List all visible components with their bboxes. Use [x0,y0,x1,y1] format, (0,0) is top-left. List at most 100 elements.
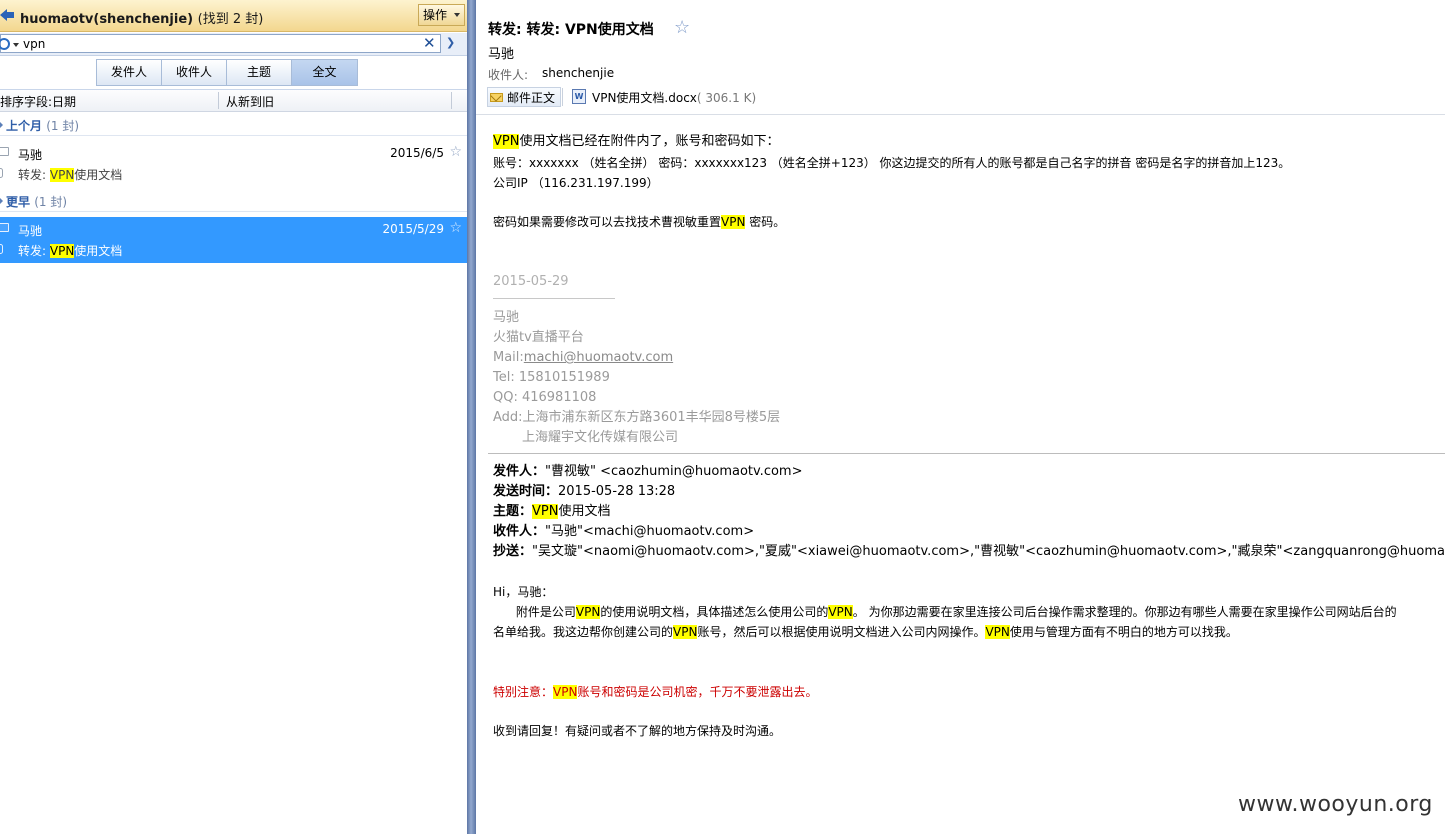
search-highlight: VPN [673,625,698,639]
field-value: 使用文档 [558,504,611,519]
quote-divider [488,453,1445,454]
word-document-icon[interactable]: W [572,89,586,104]
envelope-read-icon [0,223,9,232]
star-icon[interactable]: ☆ [674,17,690,38]
watermark: www.wooyun.org [1238,792,1433,817]
column-divider[interactable] [451,92,452,109]
folder-title: huomaotv(shenchenjie) (找到 2 封) [20,8,263,27]
body-text: 密码如果需要修改可以去找技术曹视敏重置 [493,215,722,229]
pane-splitter[interactable] [467,0,476,834]
signature-mail-link[interactable]: machi@huomaotv.com [524,350,673,365]
folder-header: huomaotv(shenchenjie) (找到 2 封) 操作 [0,0,467,32]
body-line: 账号：xxxxxxx （姓名全拼） 密码：xxxxxxx123 （姓名全拼+12… [493,156,1291,170]
attachment-clip-icon [0,168,3,178]
search-filter-row: 发件人 收件人 主题 全文 [0,56,467,90]
closing-line: 收到请回复！有疑问或者不了解的地方保持及时沟通。 [493,724,782,738]
group-header-earlier[interactable]: 更早 (1 封) [0,190,467,212]
signature-date: 2015-05-29 [493,274,569,289]
search-icon[interactable] [0,38,10,50]
search-highlight: VPN [721,215,746,229]
search-options-arrow-icon[interactable] [13,43,19,47]
paragraph-2: 名单给我。我这边帮你创建公司的VPN账号，然后可以根据使用说明文档进入公司内网操… [493,622,1238,642]
group-title: 上个月 [6,119,43,133]
message-subject: 转发: 转发: VPN使用文档 [488,22,654,38]
signature-company: 火猫tv直播平台 [493,330,584,345]
collapse-arrow-icon[interactable] [0,196,3,206]
sort-order-label[interactable]: 从新到旧 [226,93,274,110]
field-value: "曹视敏" <caozhumin@huomaotv.com> [545,464,803,479]
search-highlight: VPN [49,244,75,258]
subject-rest: 使用文档 [74,168,123,182]
group-label: 上个月 (1 封) [6,117,79,134]
attachment-clip-icon [0,244,3,254]
warning-text: 账号和密码是公司机密，千万不要泄露出去。 [577,685,818,699]
dropdown-arrow-icon [454,13,460,17]
mail-sender: 马驰 [18,224,43,238]
mail-subject: 转发: VPN使用文档 [18,166,122,183]
search-highlight: VPN [553,685,578,699]
collapse-arrow-icon[interactable] [0,120,3,130]
mail-list-pane: huomaotv(shenchenjie) (找到 2 封) 操作 ✕ ❯ 发件… [0,0,467,834]
attachment-link[interactable]: VPN使用文档.docx( 306.1 K) [592,89,756,106]
mail-list-item-selected[interactable]: 马驰 2015/5/29 ☆ 转发: VPN使用文档 [0,217,467,263]
search-highlight: VPN [49,168,75,182]
back-arrow-icon[interactable] [0,7,14,23]
divider [0,135,467,136]
body-text: 附件是公司 [493,605,576,619]
paragraph-1: 附件是公司VPN的使用说明文档，具体描述怎么使用公司的VPN。 为你那边需要在家… [493,602,1397,622]
forwarded-cc: 抄送："吴文璇"<naomi@huomaotv.com>,"夏威"<xiawei… [493,542,1445,562]
body-tab[interactable]: 邮件正文 [487,87,562,107]
group-count: (1 封) [46,119,80,133]
recipient-label: 收件人: [488,68,529,82]
filter-tab-recipient[interactable]: 收件人 [162,60,227,85]
search-input[interactable] [23,35,413,52]
body-text: 。 为你那边需要在家里连接公司后台操作需求整理的。你那边有哪些人需要在家里操作公… [852,605,1397,619]
star-icon[interactable]: ☆ [449,220,462,236]
operations-button[interactable]: 操作 [418,4,465,26]
body-text: 账号，然后可以根据使用说明文档进入公司内网操作。 [697,625,986,639]
sort-header: 排序字段:日期 从新到旧 [0,90,467,112]
search-filter-tabs: 发件人 收件人 主题 全文 [96,59,358,86]
group-label: 更早 (1 封) [6,193,67,210]
message-body: VPN 使用文档已经在附件内了，账号和密码如下： 账号：xxxxxxx （姓名全拼… [476,115,1445,834]
forwarded-subject: 主题：VPN使用文档 [493,502,611,522]
forwarded-to: 收件人："马驰"<machi@huomaotv.com> [493,522,754,542]
warning-line: 特别注意：VPN账号和密码是公司机密，千万不要泄露出去。 [493,682,817,702]
filter-tab-subject[interactable]: 主题 [227,60,292,85]
search-highlight: VPN [985,625,1010,639]
forwarded-sent: 发送时间：2015-05-28 13:28 [493,482,675,502]
filter-tab-fulltext[interactable]: 全文 [292,60,357,85]
envelope-read-icon [0,147,9,156]
search-highlight: VPN [828,605,853,619]
divider [562,88,563,106]
mail-label: Mail: [493,350,524,365]
search-highlight: VPN [575,605,601,619]
field-label: 收件人： [493,524,546,539]
body-text: 密码。 [745,215,786,229]
mail-list-item[interactable]: 马驰 2015/6/5 ☆ 转发: VPN使用文档 [0,141,467,187]
warning-label: 特别注意： [493,685,554,699]
attachment-name: VPN使用文档.docx [592,91,697,105]
search-box[interactable]: ✕ [0,34,441,53]
body-line: 公司IP （116.231.197.199） [493,176,659,190]
mail-sender: 马驰 [18,148,43,162]
message-sender[interactable]: 马驰 [488,43,514,62]
sort-field-label[interactable]: 排序字段:日期 [0,93,76,110]
field-label: 主题： [493,504,533,519]
body-text: 使用文档已经在附件内了，账号和密码如下： [519,134,780,149]
column-divider[interactable] [218,92,219,109]
star-icon[interactable]: ☆ [449,144,462,160]
body-text: 使用与管理方面有不明白的地方可以找我。 [1009,625,1238,639]
filter-tab-sender[interactable]: 发件人 [97,60,162,85]
field-label: 抄送： [493,544,533,559]
forwarded-from: 发件人："曹视敏" <caozhumin@huomaotv.com> [493,462,802,482]
group-header-last-month[interactable]: 上个月 (1 封) [0,114,467,136]
recipient-value[interactable]: shenchenjie [542,66,614,80]
body-text: 名单给我。我这边帮你创建公司的 [493,625,674,639]
group-count: (1 封) [34,195,68,209]
clear-search-icon[interactable]: ✕ [423,35,436,52]
expand-chevron-icon[interactable]: ❯ [446,35,455,51]
operations-label: 操作 [423,8,448,22]
search-highlight: VPN [532,504,559,519]
message-header: 转发: 转发: VPN使用文档 ☆ 马驰 收件人: shenchenjie 邮件… [476,0,1445,115]
